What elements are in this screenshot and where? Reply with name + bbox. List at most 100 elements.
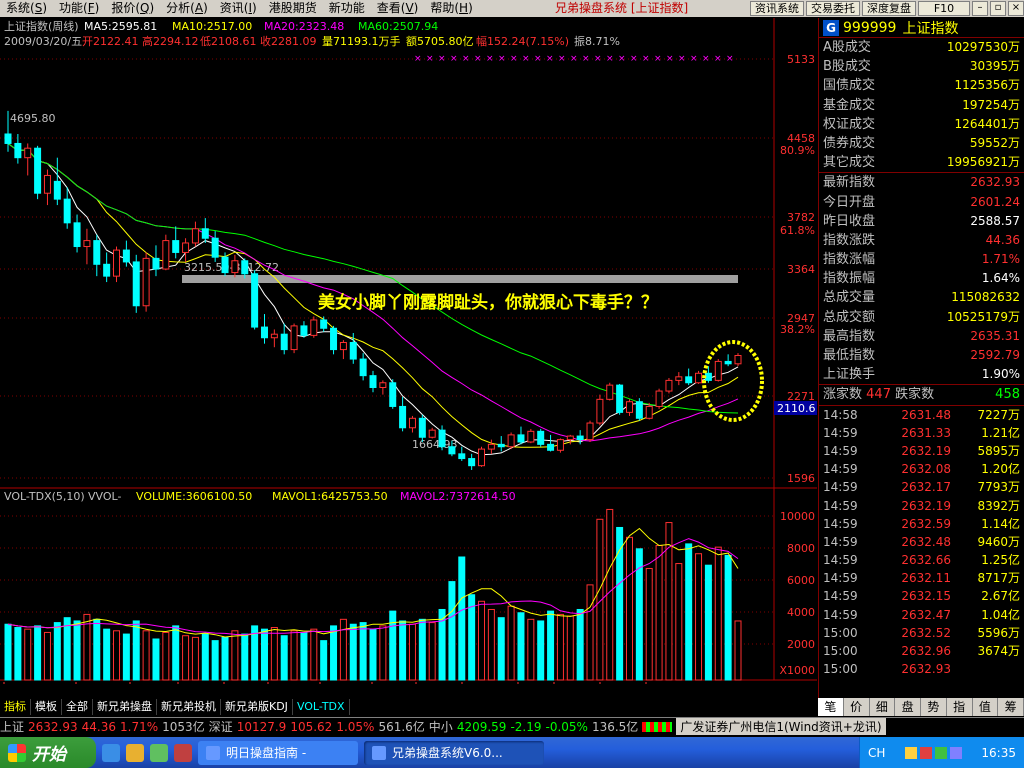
menu-function[interactable]: 功能(F) <box>53 0 105 17</box>
side-tab[interactable]: 值 <box>973 698 999 716</box>
tab-all[interactable]: 全部 <box>62 699 93 715</box>
tray-icon[interactable] <box>904 746 917 759</box>
quote-row: 昨日收盘 2588.57 <box>819 212 1024 231</box>
quote-label: 总成交额 <box>823 309 876 325</box>
menu-quote[interactable]: 报价(Q) <box>105 0 160 17</box>
kline-chart[interactable]: 上证指数(周线) MA5:2595.81 MA10:2517.00 MA20:2… <box>0 18 817 684</box>
volume-bar <box>152 638 160 681</box>
signal-marker: × <box>474 54 482 64</box>
candle-body <box>606 384 614 400</box>
volume-bar <box>172 625 180 681</box>
tab-indicator[interactable]: 指标 <box>0 699 31 715</box>
volume-bar <box>685 543 693 681</box>
tick-row: 14:59 2632.48 9460万 <box>819 533 1024 551</box>
menu-info[interactable]: 资讯(I) <box>214 0 263 17</box>
candle-body <box>73 222 81 248</box>
candle-body <box>369 375 377 388</box>
candle-body <box>734 355 742 365</box>
clock: 16:35 <box>981 745 1016 760</box>
signal-marker: × <box>486 54 494 64</box>
menu-new-function[interactable]: 新功能 <box>323 0 371 17</box>
candle-body <box>142 257 150 307</box>
volume-bar <box>704 564 712 681</box>
tab-template[interactable]: 模板 <box>31 699 62 715</box>
tick-time: 14:59 <box>823 462 858 477</box>
side-tab[interactable]: 细 <box>870 698 896 716</box>
candle-body <box>221 256 229 274</box>
close-icon[interactable]: × <box>1008 1 1024 16</box>
tick-time: 15:00 <box>823 662 858 677</box>
price-tick: 3782 <box>787 211 815 224</box>
tick-price: 2632.93 <box>901 662 951 677</box>
menu-view[interactable]: 查看(V) <box>371 0 425 17</box>
volume-bar <box>221 636 229 681</box>
chart-title: 上证指数(周线) <box>4 19 79 33</box>
stat-row: 债券成交 59552万 <box>819 134 1024 153</box>
tray-icon[interactable] <box>919 746 932 759</box>
menu-hk-futures[interactable]: 港股期货 <box>263 0 323 17</box>
signal-marker: × <box>654 54 662 64</box>
task-button-xd[interactable]: 兄弟操盘系统V6.0... <box>364 740 544 765</box>
quote-label: 上证换手 <box>823 367 876 383</box>
ie-icon[interactable] <box>102 743 120 762</box>
volume-bar <box>389 610 397 681</box>
candle-body <box>616 384 624 413</box>
language-indicator[interactable]: CH <box>868 746 885 760</box>
candle-body <box>310 319 318 336</box>
tick-volume: 9460万 <box>977 534 1020 549</box>
quote-row: 总成交量 115082632 <box>819 288 1024 307</box>
menu-analysis[interactable]: 分析(A) <box>160 0 214 17</box>
kline-chart-panel[interactable]: 上证指数(周线) MA5:2595.81 MA10:2517.00 MA20:2… <box>0 18 817 684</box>
candle-body <box>478 448 486 467</box>
tab-xd-kdj[interactable]: 新兄弟版KDJ <box>221 699 293 715</box>
tick-price: 2632.48 <box>901 534 951 549</box>
tick-time: 14:59 <box>823 480 858 495</box>
side-tab[interactable]: 价 <box>844 698 870 716</box>
tab-xd-trade[interactable]: 新兄弟操盘 <box>93 699 157 715</box>
candle-body <box>576 435 584 441</box>
volume-bar <box>399 620 407 681</box>
f10-button[interactable]: F10 <box>918 1 970 16</box>
quicklaunch-icon[interactable] <box>174 743 192 762</box>
candle-body <box>487 443 495 450</box>
side-tab[interactable]: 筹 <box>998 698 1024 716</box>
tick-row: 15:00 2632.93 <box>819 660 1024 678</box>
volume-bar <box>24 628 32 681</box>
task-button-guide[interactable]: 明日操盘指南 - <box>198 740 358 765</box>
quote-value: 1.64% <box>981 271 1020 286</box>
restore-icon[interactable]: ▫ <box>990 1 1006 16</box>
tray-icon[interactable] <box>949 746 962 759</box>
start-button[interactable]: 开始 <box>0 737 96 768</box>
volume-bar <box>655 545 663 681</box>
side-tab[interactable]: 指 <box>947 698 973 716</box>
tick-list[interactable]: 14:58 2631.48 7227万 14:59 2631.33 1.21亿 14:59 2… <box>819 406 1024 679</box>
volume-bar <box>566 615 574 681</box>
minimize-icon[interactable]: – <box>972 1 988 16</box>
stat-label: 其它成交 <box>823 155 876 171</box>
candle-body <box>172 240 180 253</box>
candle-body <box>241 260 249 275</box>
candle-body <box>695 372 703 384</box>
g-icon[interactable]: G <box>823 19 839 36</box>
tick-time: 14:58 <box>823 407 858 422</box>
tick-row: 15:00 2632.52 5596万 <box>819 624 1024 642</box>
sh-name: 上证 <box>0 720 25 734</box>
price-tick: 5133 <box>787 53 815 66</box>
side-tab[interactable]: 势 <box>921 698 947 716</box>
volume-bar <box>280 635 288 681</box>
signal-marker: × <box>678 54 686 64</box>
vol-tick: 6000 <box>787 574 815 587</box>
tray-icon[interactable] <box>934 746 947 759</box>
signal-marker: × <box>570 54 578 64</box>
deep-review-button[interactable]: 深度复盘 <box>862 1 916 16</box>
info-system-button[interactable]: 资讯系统 <box>750 1 804 16</box>
tab-xd-spec[interactable]: 新兄弟投机 <box>157 699 221 715</box>
quicklaunch-icon[interactable] <box>150 743 168 762</box>
side-tab[interactable]: 盘 <box>895 698 921 716</box>
folder-icon[interactable] <box>126 743 144 762</box>
menu-system[interactable]: 系统(S) <box>0 0 53 17</box>
side-tab[interactable]: 笔 <box>818 698 844 716</box>
tab-vol-tdx[interactable]: VOL-TDX <box>293 699 350 715</box>
trade-order-button[interactable]: 交易委托 <box>806 1 860 16</box>
menu-help[interactable]: 帮助(H) <box>424 0 478 17</box>
